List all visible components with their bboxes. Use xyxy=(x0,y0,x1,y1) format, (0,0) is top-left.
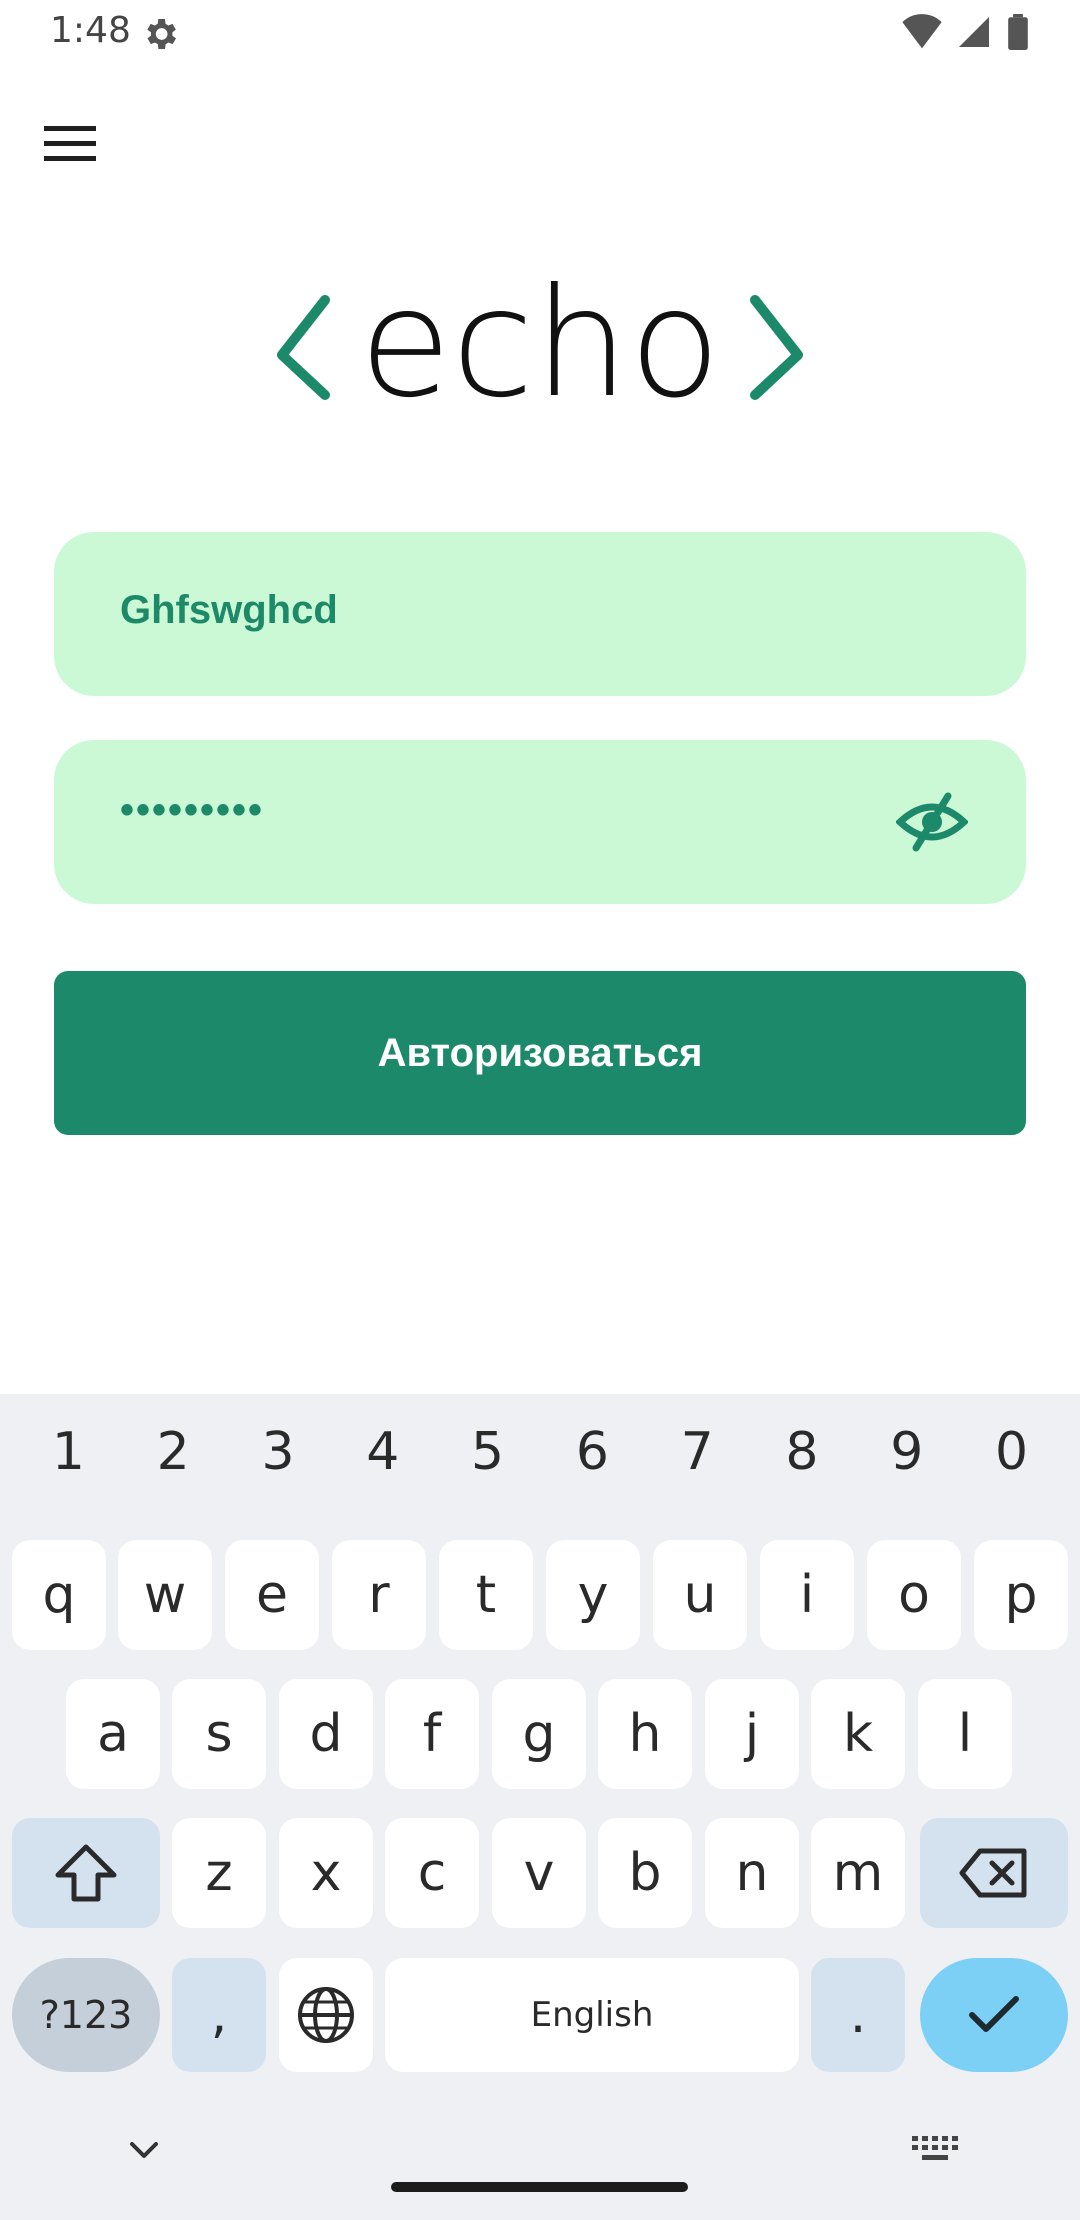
key-k[interactable]: k xyxy=(811,1679,905,1789)
key-r[interactable]: r xyxy=(332,1540,426,1650)
key-9[interactable]: 9 xyxy=(857,1422,957,1492)
battery-icon xyxy=(1008,14,1028,50)
key-l[interactable]: l xyxy=(918,1679,1012,1789)
eye-off-icon xyxy=(894,792,970,852)
menu-button[interactable] xyxy=(34,112,106,176)
language-key[interactable] xyxy=(279,1958,373,2072)
key-8[interactable]: 8 xyxy=(752,1422,852,1492)
key-0[interactable]: 0 xyxy=(962,1422,1062,1492)
key-c[interactable]: c xyxy=(385,1818,479,1928)
logo-text: echo xyxy=(359,257,721,410)
status-bar: 1:48 xyxy=(0,0,1080,66)
symbols-key[interactable]: ?123 xyxy=(12,1958,160,2072)
key-1[interactable]: 1 xyxy=(18,1422,118,1492)
login-button[interactable]: Авторизоваться xyxy=(54,971,1026,1135)
keyboard-nav-bar xyxy=(0,2120,1080,2180)
toggle-password-visibility-button[interactable] xyxy=(894,790,970,854)
period-key[interactable]: . xyxy=(811,1958,905,2072)
key-g[interactable]: g xyxy=(492,1679,586,1789)
status-time: 1:48 xyxy=(50,10,131,51)
soft-keyboard: 1 2 3 4 5 6 7 8 9 0 q w e r t y u i o p … xyxy=(0,1394,1080,2220)
space-key[interactable]: English xyxy=(385,1958,799,2072)
home-indicator[interactable] xyxy=(391,2182,688,2192)
backspace-icon xyxy=(959,1848,1027,1898)
backspace-key[interactable] xyxy=(920,1818,1068,1928)
key-d[interactable]: d xyxy=(279,1679,373,1789)
checkmark-icon xyxy=(969,1996,1019,2032)
hamburger-menu-icon xyxy=(44,126,96,161)
password-field[interactable]: ••••••••• xyxy=(54,740,1026,904)
key-e[interactable]: e xyxy=(225,1540,319,1650)
shift-arrow-icon xyxy=(55,1844,117,1902)
login-value: Ghfswghcd xyxy=(120,588,338,632)
key-2[interactable]: 2 xyxy=(123,1422,223,1492)
key-3[interactable]: 3 xyxy=(228,1422,328,1492)
shift-key[interactable] xyxy=(12,1818,160,1928)
key-u[interactable]: u xyxy=(653,1540,747,1650)
key-5[interactable]: 5 xyxy=(438,1422,538,1492)
key-i[interactable]: i xyxy=(760,1540,854,1650)
key-n[interactable]: n xyxy=(705,1818,799,1928)
key-v[interactable]: v xyxy=(492,1818,586,1928)
echo-logo: echo xyxy=(277,257,803,410)
password-value: ••••••••• xyxy=(120,788,265,832)
key-h[interactable]: h xyxy=(598,1679,692,1789)
cellular-signal-icon xyxy=(959,17,989,47)
key-b[interactable]: b xyxy=(598,1818,692,1928)
key-7[interactable]: 7 xyxy=(647,1422,747,1492)
key-y[interactable]: y xyxy=(546,1540,640,1650)
key-m[interactable]: m xyxy=(811,1818,905,1928)
key-w[interactable]: w xyxy=(118,1540,212,1650)
wifi-icon xyxy=(902,14,942,49)
key-j[interactable]: j xyxy=(705,1679,799,1789)
hide-keyboard-chevron-icon[interactable] xyxy=(128,2140,160,2162)
keyboard-switch-icon[interactable] xyxy=(912,2136,958,2164)
key-o[interactable]: o xyxy=(867,1540,961,1650)
key-t[interactable]: t xyxy=(439,1540,533,1650)
key-z[interactable]: z xyxy=(172,1818,266,1928)
key-x[interactable]: x xyxy=(279,1818,373,1928)
key-f[interactable]: f xyxy=(385,1679,479,1789)
login-field[interactable]: Ghfswghcd xyxy=(54,532,1026,696)
key-s[interactable]: s xyxy=(172,1679,266,1789)
comma-key[interactable]: , xyxy=(172,1958,266,2072)
settings-gear-icon xyxy=(147,19,176,49)
key-4[interactable]: 4 xyxy=(333,1422,433,1492)
globe-icon xyxy=(298,1987,354,2043)
key-a[interactable]: a xyxy=(66,1679,160,1789)
key-q[interactable]: q xyxy=(12,1540,106,1650)
number-row: 1 2 3 4 5 6 7 8 9 0 xyxy=(0,1422,1080,1492)
key-p[interactable]: p xyxy=(974,1540,1068,1650)
enter-key[interactable] xyxy=(920,1958,1068,2072)
key-6[interactable]: 6 xyxy=(542,1422,642,1492)
